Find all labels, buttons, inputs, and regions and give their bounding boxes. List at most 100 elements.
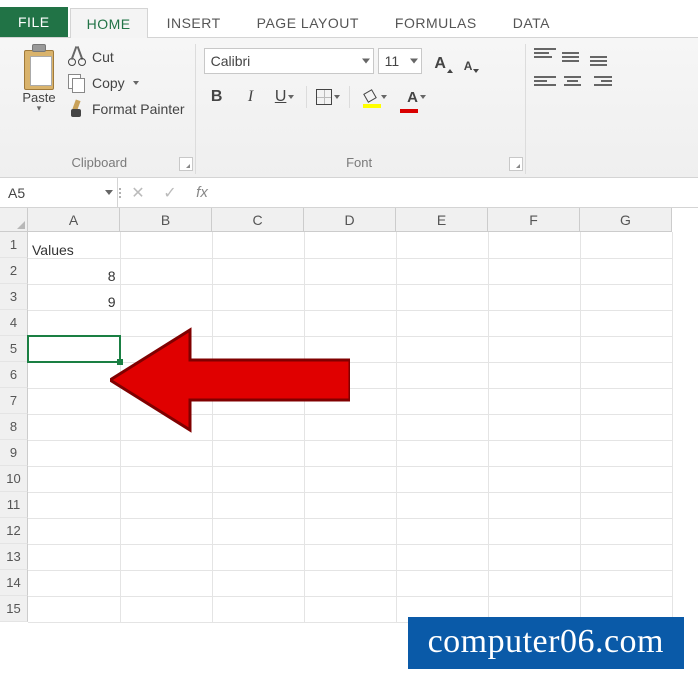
cell[interactable] [580, 336, 672, 362]
cell[interactable] [304, 544, 396, 570]
cell[interactable] [120, 596, 212, 622]
column-header[interactable]: G [580, 208, 672, 232]
cell[interactable] [488, 492, 580, 518]
copy-button[interactable]: Copy [68, 74, 185, 92]
cell[interactable] [28, 518, 120, 544]
cell[interactable] [120, 232, 212, 258]
font-name-combo[interactable]: Calibri [204, 48, 374, 74]
cell[interactable] [488, 388, 580, 414]
cell[interactable] [120, 440, 212, 466]
cell[interactable] [580, 388, 672, 414]
column-header[interactable]: D [304, 208, 396, 232]
cell[interactable]: 9 [28, 284, 120, 310]
clipboard-dialog-launcher[interactable] [179, 157, 193, 171]
cell[interactable] [28, 466, 120, 492]
tab-formulas[interactable]: FORMULAS [378, 7, 494, 37]
cell[interactable] [212, 310, 304, 336]
cell[interactable] [304, 440, 396, 466]
copy-dropdown-icon[interactable] [133, 81, 139, 85]
cell[interactable] [212, 232, 304, 258]
align-bottom-button[interactable] [590, 48, 612, 66]
borders-button[interactable] [315, 84, 341, 110]
cell[interactable] [396, 544, 488, 570]
cell[interactable] [396, 336, 488, 362]
cell[interactable] [212, 518, 304, 544]
cell[interactable] [396, 518, 488, 544]
borders-dropdown-icon[interactable] [334, 95, 340, 99]
cell[interactable] [488, 362, 580, 388]
cell[interactable] [580, 570, 672, 596]
align-left-button[interactable] [534, 76, 556, 94]
cell[interactable] [120, 336, 212, 362]
cell[interactable] [304, 492, 396, 518]
cell[interactable] [120, 414, 212, 440]
font-color-dropdown-icon[interactable] [420, 95, 426, 99]
row-header[interactable]: 12 [0, 518, 28, 544]
cell[interactable] [488, 570, 580, 596]
cell[interactable] [488, 414, 580, 440]
format-painter-button[interactable]: Format Painter [68, 100, 185, 118]
cell[interactable] [396, 414, 488, 440]
decrease-font-size-button[interactable]: A [460, 49, 484, 73]
cell[interactable] [304, 336, 396, 362]
font-size-combo[interactable]: 11 [378, 48, 422, 74]
cell[interactable] [580, 466, 672, 492]
cell[interactable] [120, 388, 212, 414]
cell[interactable] [120, 466, 212, 492]
formula-input[interactable] [218, 178, 698, 207]
tab-page-layout[interactable]: PAGE LAYOUT [240, 7, 376, 37]
cell[interactable] [212, 414, 304, 440]
row-header[interactable]: 14 [0, 570, 28, 596]
cell[interactable] [396, 258, 488, 284]
cell[interactable] [396, 284, 488, 310]
row-header[interactable]: 15 [0, 596, 28, 622]
cell[interactable] [304, 232, 396, 258]
cancel-button[interactable]: ✕ [122, 178, 154, 207]
row-header[interactable]: 9 [0, 440, 28, 466]
cell[interactable] [120, 492, 212, 518]
column-header[interactable]: F [488, 208, 580, 232]
cell[interactable] [488, 518, 580, 544]
cell[interactable] [212, 596, 304, 622]
font-dialog-launcher[interactable] [509, 157, 523, 171]
row-header[interactable]: 8 [0, 414, 28, 440]
cell[interactable] [396, 232, 488, 258]
row-header[interactable]: 4 [0, 310, 28, 336]
cell[interactable] [488, 544, 580, 570]
cell[interactable] [580, 362, 672, 388]
align-center-button[interactable] [562, 76, 584, 94]
cell[interactable] [28, 414, 120, 440]
cell[interactable] [396, 362, 488, 388]
italic-button[interactable]: I [238, 84, 264, 110]
cell[interactable] [28, 544, 120, 570]
cell[interactable] [396, 466, 488, 492]
cell[interactable] [580, 544, 672, 570]
cell[interactable] [28, 388, 120, 414]
cell[interactable] [212, 570, 304, 596]
tab-insert[interactable]: INSERT [150, 7, 238, 37]
align-top-button[interactable] [534, 48, 556, 66]
select-all-corner[interactable] [0, 208, 28, 232]
row-header[interactable]: 13 [0, 544, 28, 570]
cell[interactable] [28, 492, 120, 518]
cell[interactable] [396, 492, 488, 518]
cell[interactable] [28, 440, 120, 466]
cell[interactable] [580, 492, 672, 518]
cell[interactable] [488, 466, 580, 492]
cell[interactable] [396, 570, 488, 596]
cell[interactable] [120, 258, 212, 284]
cell[interactable] [212, 440, 304, 466]
cell[interactable] [304, 596, 396, 622]
increase-font-size-button[interactable]: A [432, 49, 456, 73]
bold-button[interactable]: B [204, 84, 230, 110]
column-header[interactable]: B [120, 208, 212, 232]
cell[interactable]: Values [28, 232, 120, 258]
cell[interactable] [488, 310, 580, 336]
align-middle-button[interactable] [562, 48, 584, 66]
column-header[interactable]: E [396, 208, 488, 232]
cell[interactable] [580, 258, 672, 284]
cell[interactable] [396, 440, 488, 466]
tab-data[interactable]: DATA [496, 7, 567, 37]
cell[interactable] [304, 310, 396, 336]
cell[interactable] [488, 284, 580, 310]
